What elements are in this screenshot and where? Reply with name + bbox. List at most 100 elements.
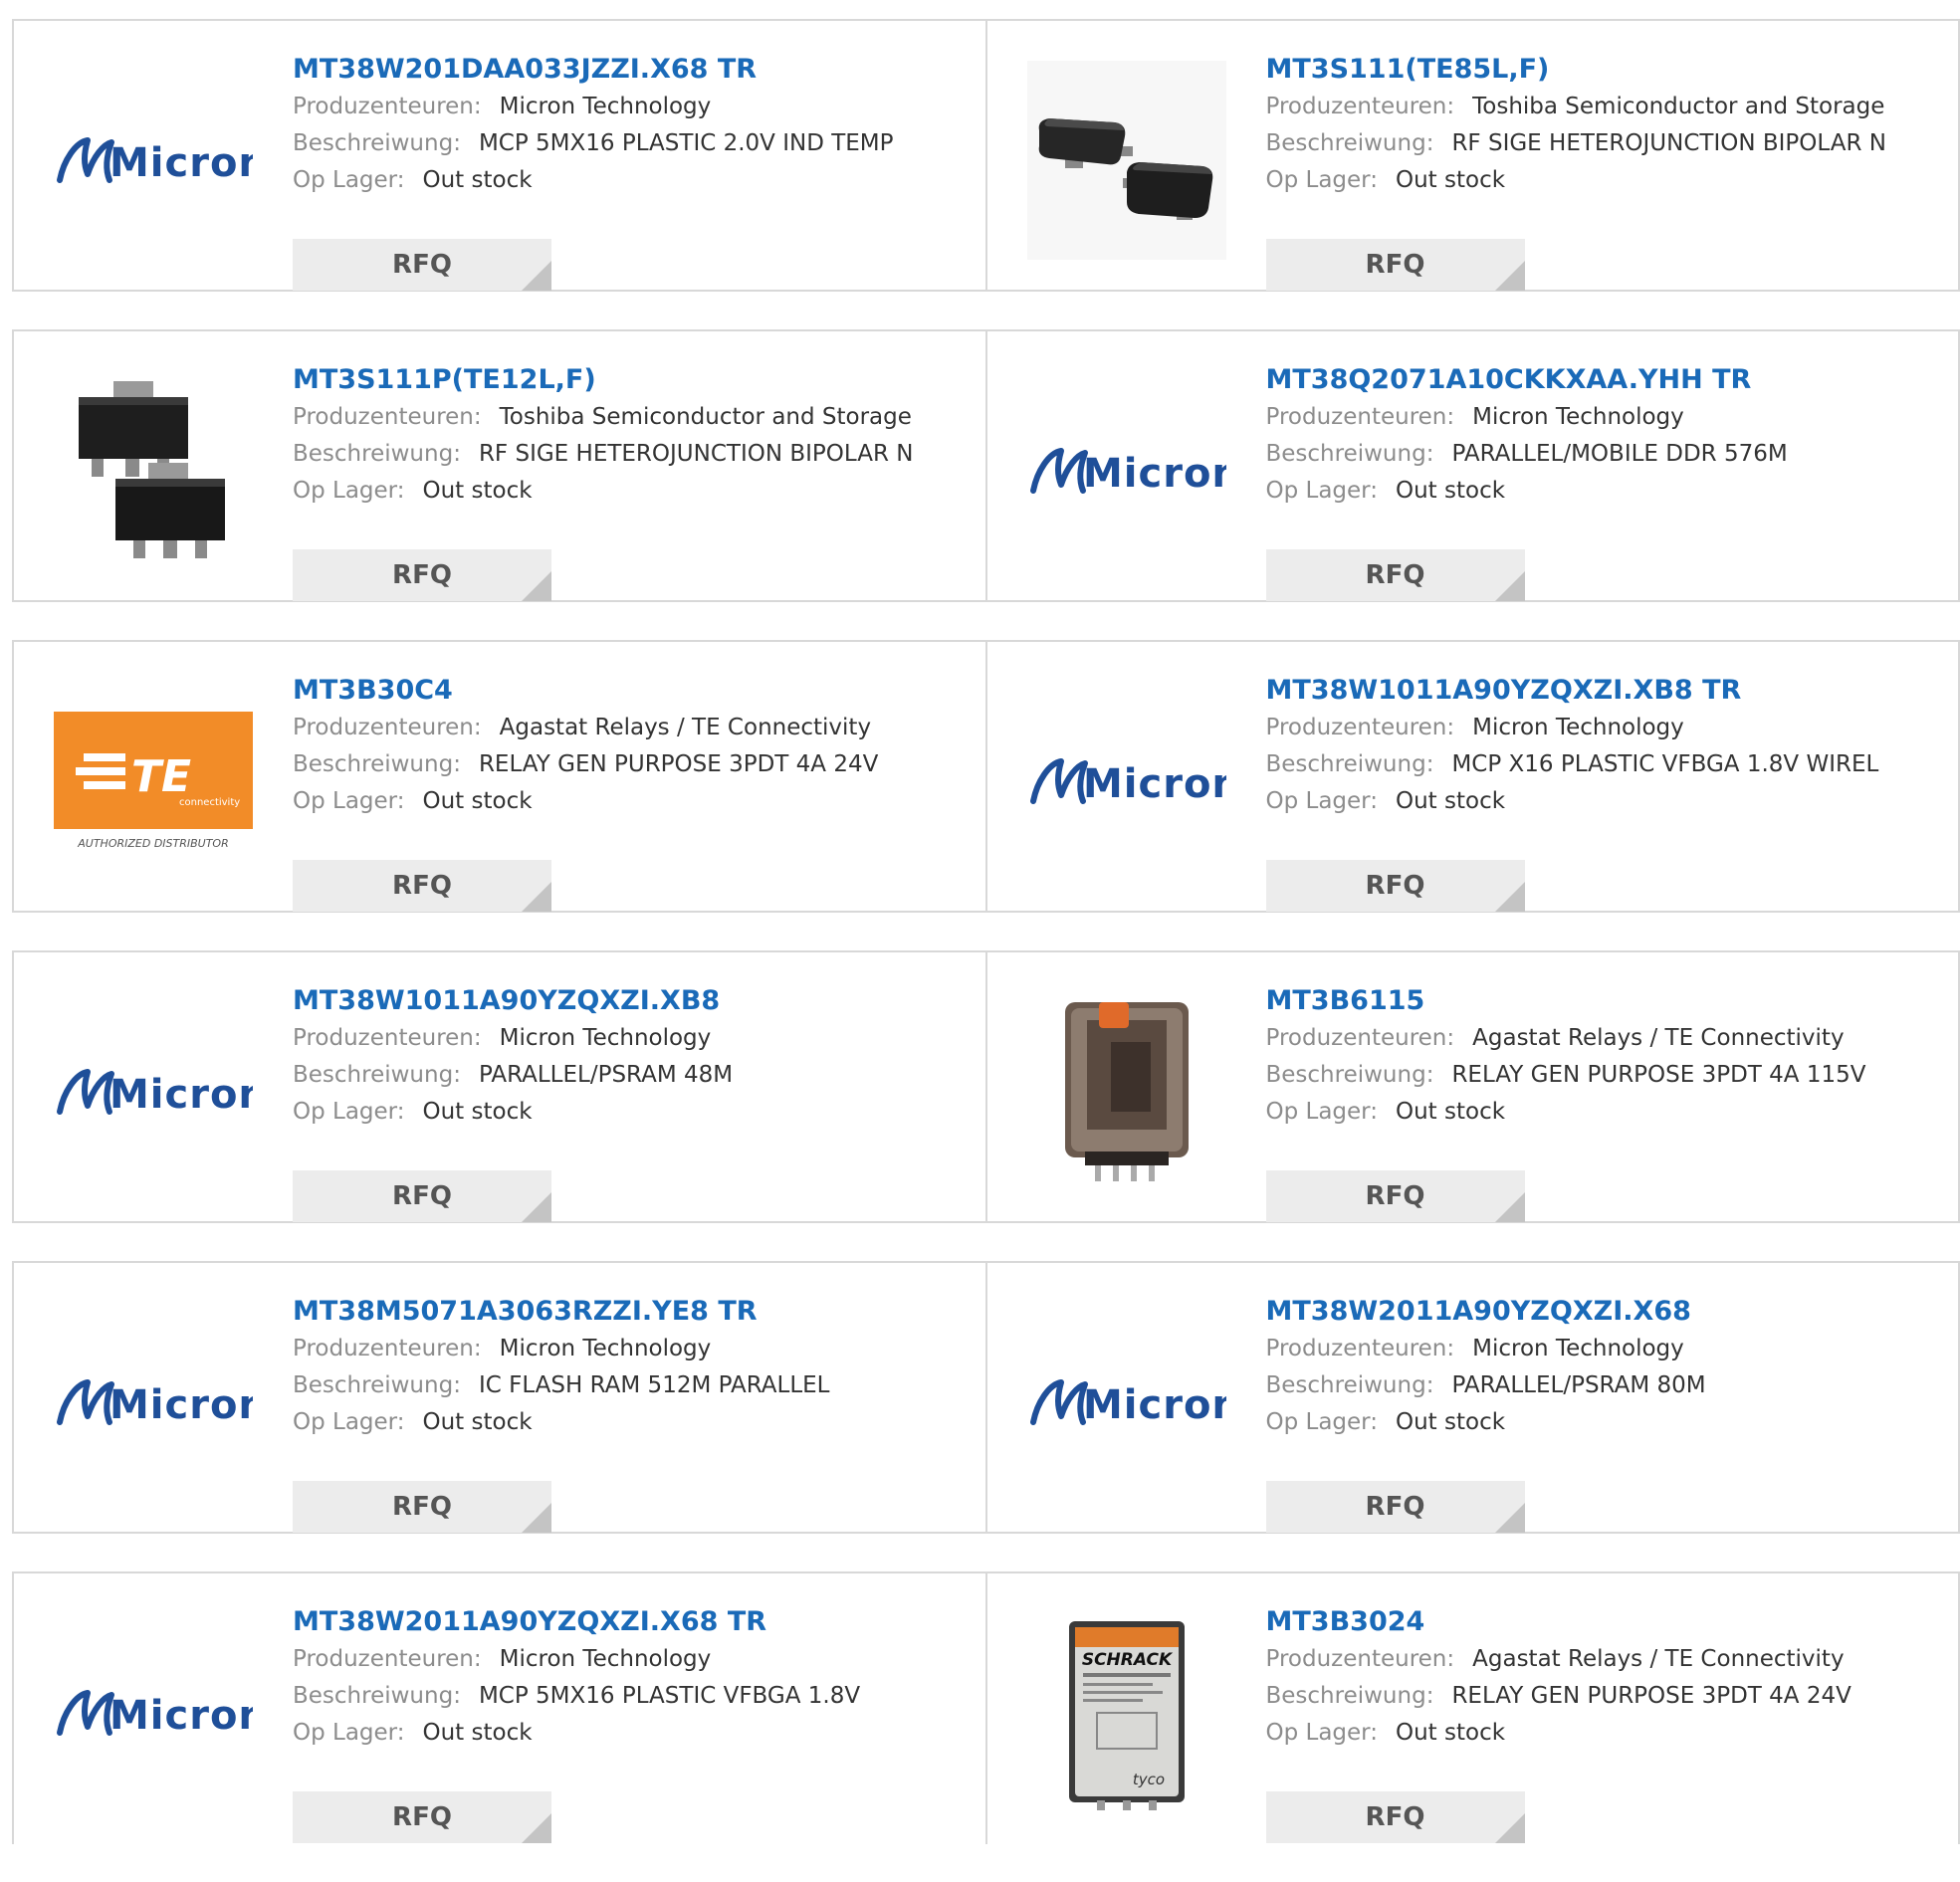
product-thumbnail[interactable] xyxy=(1026,61,1226,260)
product-thumbnail[interactable]: SCHRACK tyco xyxy=(1026,1613,1226,1812)
corner-triangle-icon xyxy=(1494,261,1525,291)
manufacturer-line: Produzenteuren: Agastat Relays / TE Conne… xyxy=(293,710,985,746)
description-line: Beschreiwung: PARALLEL/PSRAM 80M xyxy=(1266,1367,1959,1404)
stock-value: Out stock xyxy=(422,478,533,504)
stock-value: Out stock xyxy=(1395,478,1506,504)
manufacturer-value: Agastat Relays / TE Connectivity xyxy=(1472,1025,1845,1051)
rfq-button[interactable]: RFQ xyxy=(293,860,551,912)
corner-triangle-icon xyxy=(1494,571,1525,601)
description-line: Beschreiwung: RELAY GEN PURPOSE 3PDT 4A 2… xyxy=(293,746,985,783)
rfq-button[interactable]: RFQ xyxy=(1265,239,1525,291)
corner-triangle-icon xyxy=(1494,1192,1525,1222)
product-thumbnail[interactable]: Micron xyxy=(54,1613,253,1812)
rfq-button[interactable]: RFQ xyxy=(293,239,551,291)
product-info: MT38W2011A90YZQXZI.X68 TR Produzenteuren:… xyxy=(293,1603,985,1843)
stock-value: Out stock xyxy=(1395,1099,1506,1125)
stock-value: Out stock xyxy=(422,788,533,814)
product-name-link[interactable]: MT3S111(TE85L,F) xyxy=(1266,51,1959,89)
te-authorized-tagline: AUTHORIZED DISTRIBUTOR xyxy=(77,837,229,850)
rfq-button[interactable]: RFQ xyxy=(293,1481,551,1533)
stock-label: Op Lager: xyxy=(1265,1099,1378,1125)
description-value: MCP 5MX16 PLASTIC 2.0V IND TEMP xyxy=(478,130,894,156)
rfq-button-label: RFQ xyxy=(1365,1492,1425,1522)
product-grid: Micron MT38W201DAA033JZZI.X68 TR Produzen… xyxy=(12,19,1960,1882)
stock-value: Out stock xyxy=(1395,167,1506,193)
rfq-button[interactable]: RFQ xyxy=(1265,1791,1525,1843)
rfq-button[interactable]: RFQ xyxy=(1265,1481,1525,1533)
te-connectivity-logo: TE connectivity AUTHORIZED DISTRIBUTOR xyxy=(54,712,253,850)
product-name-link[interactable]: MT3B30C4 xyxy=(293,672,985,710)
description-value: RELAY GEN PURPOSE 3PDT 4A 24V xyxy=(478,751,879,777)
rfq-button-label: RFQ xyxy=(1365,1802,1425,1832)
product-thumbnail[interactable]: TE connectivity AUTHORIZED DISTRIBUTOR xyxy=(54,682,253,881)
product-name-link[interactable]: MT3S111P(TE12L,F) xyxy=(293,361,985,399)
manufacturer-value: Agastat Relays / TE Connectivity xyxy=(499,715,872,740)
product-name-link[interactable]: MT38W201DAA033JZZI.X68 TR xyxy=(293,51,985,89)
micron-logo: Micron xyxy=(57,1379,253,1428)
rfq-button-label: RFQ xyxy=(1365,250,1425,280)
rfq-button-label: RFQ xyxy=(392,1802,452,1832)
product-row: TE connectivity AUTHORIZED DISTRIBUTOR M… xyxy=(12,640,1960,913)
rfq-button[interactable]: RFQ xyxy=(1265,860,1525,912)
manufacturer-line: Produzenteuren: Agastat Relays / TE Conne… xyxy=(1266,1641,1959,1678)
description-label: Beschreiwung: xyxy=(1265,130,1434,156)
stock-value: Out stock xyxy=(1395,788,1506,814)
product-thumbnail[interactable] xyxy=(54,371,253,570)
description-value: RELAY GEN PURPOSE 3PDT 4A 24V xyxy=(1451,1683,1851,1709)
description-label: Beschreiwung: xyxy=(1265,1062,1434,1088)
product-card: TE connectivity AUTHORIZED DISTRIBUTOR M… xyxy=(14,642,985,912)
product-info: MT38Q2071A10CKKXAA.YHH TR Produzenteuren:… xyxy=(1265,361,1959,601)
description-label: Beschreiwung: xyxy=(293,1683,461,1709)
rfq-button-label: RFQ xyxy=(392,250,452,280)
rfq-button[interactable]: RFQ xyxy=(293,1791,551,1843)
stock-label: Op Lager: xyxy=(293,1409,405,1435)
description-line: Beschreiwung: PARALLEL/PSRAM 48M xyxy=(293,1057,985,1094)
product-row: Micron MT38W2011A90YZQXZI.X68 TR Produzen… xyxy=(12,1571,1960,1844)
stock-label: Op Lager: xyxy=(293,1099,405,1125)
product-thumbnail[interactable]: Micron xyxy=(54,61,253,260)
stock-value: Out stock xyxy=(422,1720,533,1746)
stock-line: Op Lager: Out stock xyxy=(293,473,985,510)
product-thumbnail[interactable]: Micron xyxy=(1027,1303,1226,1502)
product-name-link[interactable]: MT38W1011A90YZQXZI.XB8 TR xyxy=(1266,672,1959,710)
micron-logo-text: Micron xyxy=(109,140,253,186)
product-card: Micron MT38W2011A90YZQXZI.X68 TR Produzen… xyxy=(14,1573,985,1844)
manufacturer-label: Produzenteuren: xyxy=(1265,94,1455,119)
product-card: Micron MT38W1011A90YZQXZI.XB8 TR Produzen… xyxy=(984,642,1959,912)
product-name-link[interactable]: MT3B3024 xyxy=(1266,1603,1959,1641)
stock-label: Op Lager: xyxy=(1265,1409,1378,1435)
rfq-button[interactable]: RFQ xyxy=(1265,1170,1525,1222)
stock-label: Op Lager: xyxy=(1265,167,1378,193)
product-thumbnail[interactable]: Micron xyxy=(1027,371,1226,570)
product-name-link[interactable]: MT38W2011A90YZQXZI.X68 TR xyxy=(293,1603,985,1641)
stock-label: Op Lager: xyxy=(1265,788,1378,814)
product-name-link[interactable]: MT38W2011A90YZQXZI.X68 xyxy=(1266,1293,1959,1331)
product-row: Micron MT38W1011A90YZQXZI.XB8 Produzenteu… xyxy=(12,950,1960,1223)
description-line: Beschreiwung: PARALLEL/MOBILE DDR 576M xyxy=(1266,436,1959,473)
product-thumbnail[interactable]: Micron xyxy=(1027,682,1226,881)
manufacturer-label: Produzenteuren: xyxy=(293,715,482,740)
product-row: Micron MT38W201DAA033JZZI.X68 TR Produzen… xyxy=(12,19,1960,292)
te-logo-text: TE xyxy=(131,751,191,802)
rfq-button[interactable]: RFQ xyxy=(293,1170,551,1222)
product-thumbnail[interactable]: Micron xyxy=(54,1303,253,1502)
product-name-link[interactable]: MT3B6115 xyxy=(1266,982,1959,1020)
stock-value: Out stock xyxy=(1395,1720,1506,1746)
product-name-link[interactable]: MT38M5071A3063RZZI.YE8 TR xyxy=(293,1293,985,1331)
product-thumbnail[interactable]: Micron xyxy=(54,992,253,1191)
stock-label: Op Lager: xyxy=(1265,1720,1378,1746)
rfq-button[interactable]: RFQ xyxy=(1265,549,1525,601)
corner-triangle-icon xyxy=(522,1192,551,1222)
product-info: MT3S111(TE85L,F) Produzenteuren: Toshiba S… xyxy=(1265,51,1959,291)
corner-triangle-icon xyxy=(522,261,551,291)
rfq-button[interactable]: RFQ xyxy=(293,549,551,601)
description-value: MCP X16 PLASTIC VFBGA 1.8V WIREL xyxy=(1451,751,1879,777)
product-name-link[interactable]: MT38W1011A90YZQXZI.XB8 xyxy=(293,982,985,1020)
rfq-button-label: RFQ xyxy=(1365,1181,1425,1211)
product-thumbnail[interactable] xyxy=(1026,992,1226,1191)
product-card: Micron MT38W1011A90YZQXZI.XB8 Produzenteu… xyxy=(14,952,985,1222)
product-name-link[interactable]: MT38Q2071A10CKKXAA.YHH TR xyxy=(1266,361,1959,399)
stock-label: Op Lager: xyxy=(1265,478,1378,504)
description-line: Beschreiwung: RF SIGE HETEROJUNCTION BIPO… xyxy=(293,436,985,473)
manufacturer-line: Produzenteuren: Micron Technology xyxy=(293,1331,985,1367)
